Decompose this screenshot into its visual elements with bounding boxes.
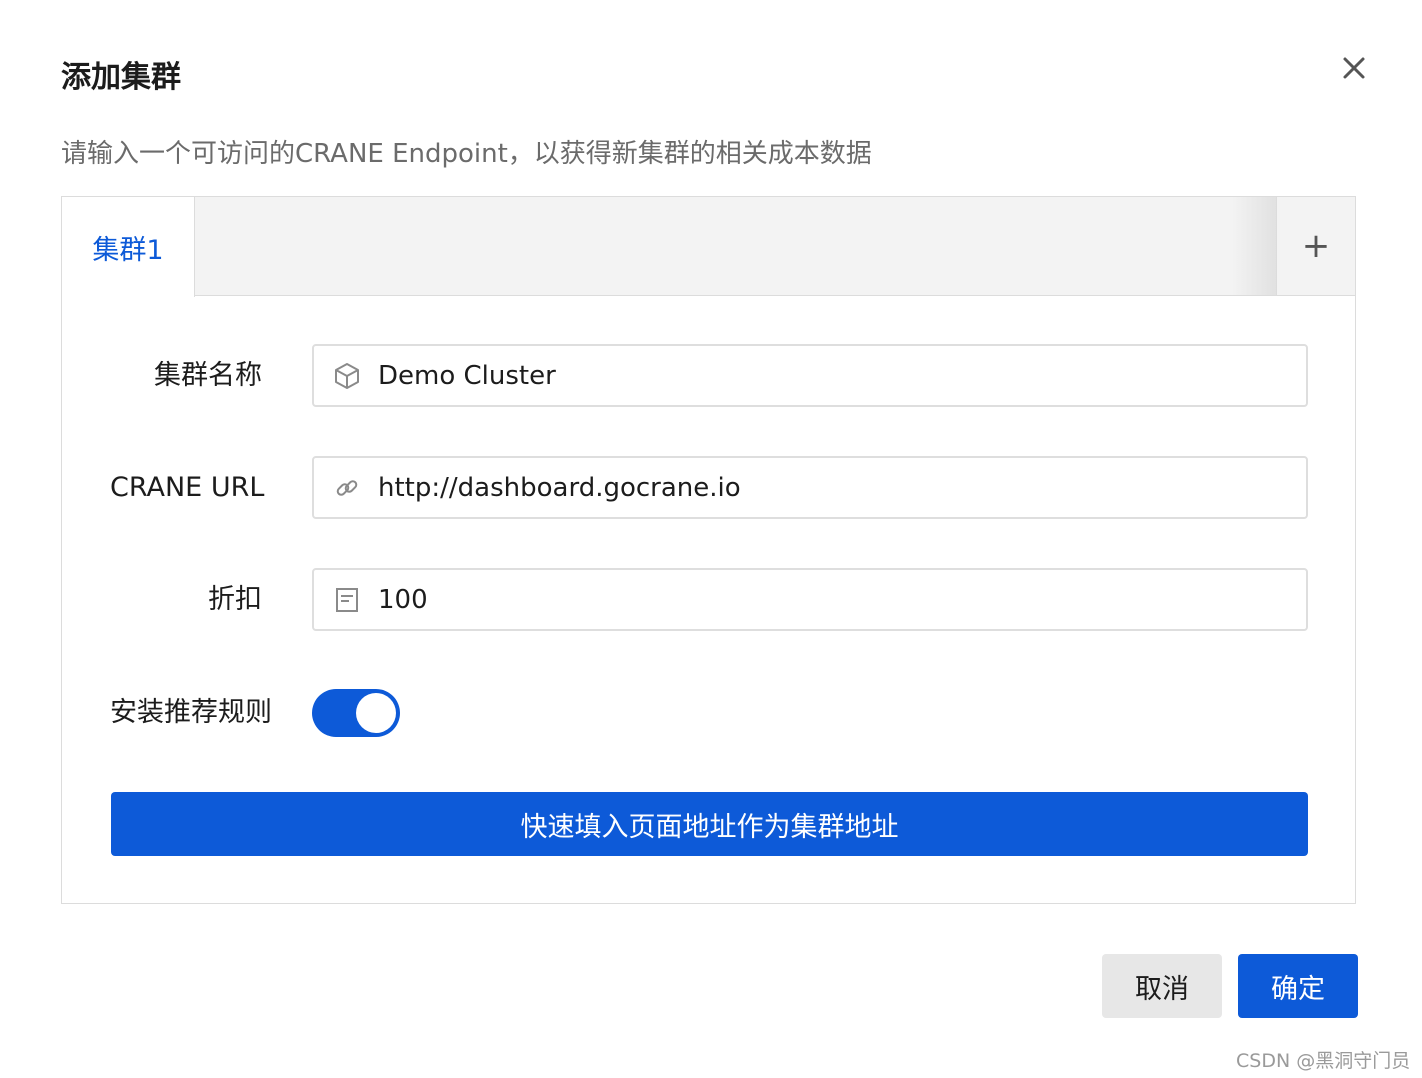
install-rules-toggle[interactable] [312,689,400,737]
tab-bar: + [62,197,1355,296]
discount-field[interactable]: 100 [312,568,1308,631]
toggle-knob [356,693,396,733]
close-icon[interactable] [1336,50,1372,86]
crane-url-field[interactable]: http://dashboard.gocrane.io [312,456,1308,519]
fill-page-address-button[interactable]: 快速填入页面地址作为集群地址 [111,792,1308,856]
dialog-title: 添加集群 [61,60,181,95]
cube-icon [332,361,362,391]
tab-cluster-1[interactable]: 集群1 [62,197,195,297]
add-tab-button[interactable]: + [1276,197,1355,295]
link-icon [332,473,362,503]
document-icon [332,585,362,615]
plus-icon: + [1301,226,1331,266]
discount-label: 折扣 [208,584,262,615]
dialog-description: 请输入一个可访问的CRANE Endpoint，以获得新集群的相关成本数据 [61,139,872,169]
crane-url-label: CRANE URL [110,472,265,503]
cluster-name-label: 集群名称 [154,360,262,391]
watermark: CSDN @黑洞守门员 [1236,1050,1411,1072]
tab-scroll-fade [1232,197,1276,295]
crane-url-value: http://dashboard.gocrane.io [378,472,741,503]
cluster-tabs-panel: + 集群1 集群名称 Demo Cluster CRANE URL http:/… [61,196,1356,904]
cluster-name-value: Demo Cluster [378,360,556,391]
confirm-button[interactable]: 确定 [1238,954,1358,1018]
add-cluster-dialog: 添加集群 请输入一个可访问的CRANE Endpoint，以获得新集群的相关成本… [0,0,1422,1078]
cluster-name-field[interactable]: Demo Cluster [312,344,1308,407]
install-rules-label: 安装推荐规则 [110,697,272,728]
cancel-button[interactable]: 取消 [1102,954,1222,1018]
discount-value: 100 [378,584,428,615]
